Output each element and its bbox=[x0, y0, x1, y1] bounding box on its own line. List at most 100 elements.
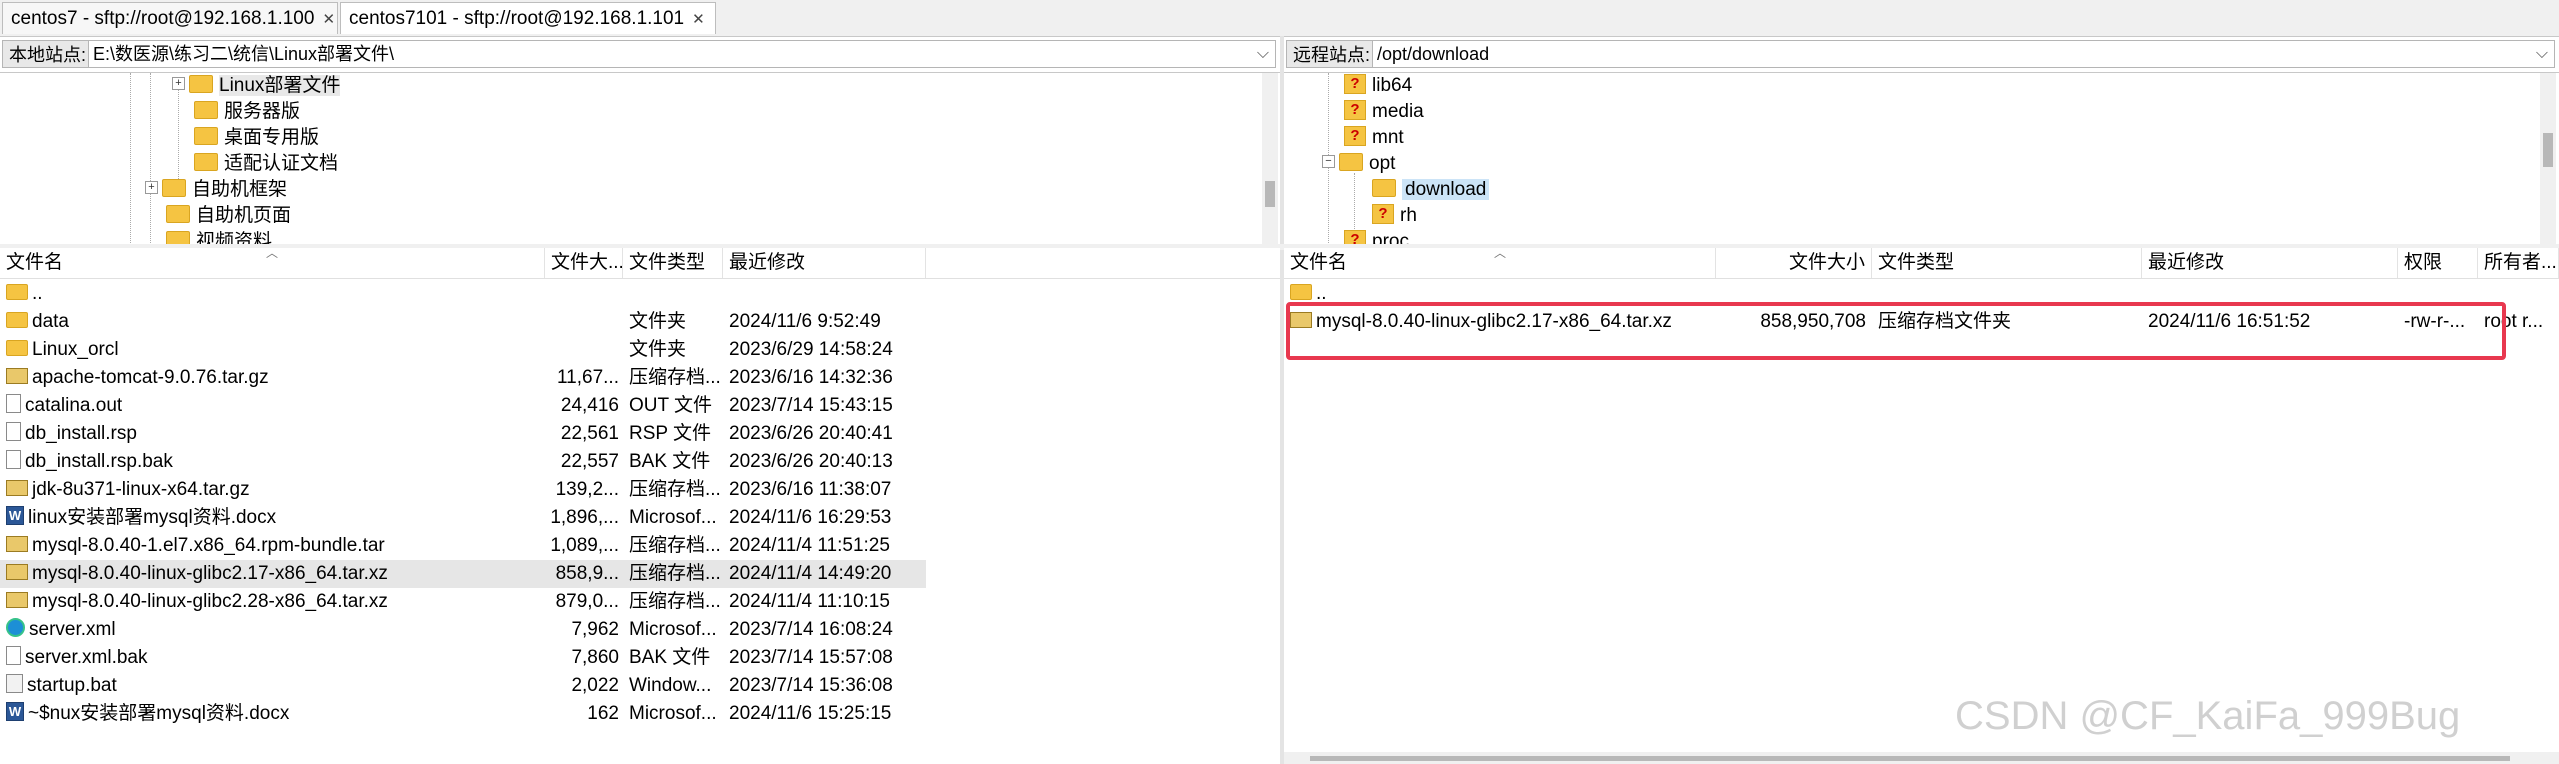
column-header-type[interactable]: 文件类型 bbox=[623, 248, 723, 278]
file-size: 2,022 bbox=[571, 675, 619, 696]
file-name: db_install.rsp.bak bbox=[25, 451, 173, 472]
column-header-modified[interactable]: 最近修改 bbox=[2142, 248, 2398, 278]
tree-item-kiosk-framework[interactable]: + 自助机框架 bbox=[145, 177, 287, 203]
file-type: 压缩存档... bbox=[629, 479, 721, 500]
tree-item-label: media bbox=[1372, 101, 1424, 122]
question-folder-icon: ? bbox=[1344, 99, 1366, 120]
tree-item-rh[interactable]: ? rh bbox=[1372, 203, 1417, 229]
scrollbar-thumb[interactable] bbox=[1310, 756, 2510, 761]
tree-item-download[interactable]: download bbox=[1372, 177, 1490, 203]
tree-item-cert-docs[interactable]: 适配认证文档 bbox=[194, 151, 338, 177]
table-row[interactable]: db_install.rsp 22,561 RSP 文件 2023/6/26 20:4… bbox=[0, 420, 926, 448]
tree-item-kiosk-pages[interactable]: 自助机页面 bbox=[166, 203, 291, 229]
chevron-down-icon[interactable]: ⌵ bbox=[1257, 41, 1269, 67]
close-icon[interactable]: ✕ bbox=[692, 11, 705, 28]
local-tree-scrollbar[interactable] bbox=[1262, 73, 1278, 245]
remote-site-path-combo[interactable]: /opt/download ⌵ bbox=[1372, 40, 2555, 68]
table-row[interactable]: data 文件夹 2024/11/6 9:52:49 bbox=[0, 308, 926, 336]
file-type: 文件夹 bbox=[629, 311, 687, 332]
tree-item-desktop[interactable]: 桌面专用版 bbox=[194, 125, 319, 151]
file-type: 压缩存档... bbox=[629, 367, 721, 388]
column-header-size[interactable]: 文件大小 bbox=[1716, 248, 1872, 278]
table-row[interactable]: mysql-8.0.40-1.el7.x86_64.rpm-bundle.tar… bbox=[0, 532, 926, 560]
tree-item-label: Linux部署文件 bbox=[219, 75, 341, 96]
table-row[interactable]: W ~$nux安装部署mysql资料.docx 162 Microsof... 2024… bbox=[0, 700, 926, 728]
file-name: ~$nux安装部署mysql资料.docx bbox=[28, 703, 290, 724]
tree-item-opt[interactable]: − opt bbox=[1322, 151, 1395, 177]
tree-item-label: opt bbox=[1369, 153, 1396, 174]
tree-item-server[interactable]: 服务器版 bbox=[194, 99, 300, 125]
file-name: Linux_orcl bbox=[32, 339, 119, 360]
file-size: 7,860 bbox=[571, 647, 619, 668]
file-size: 7,962 bbox=[571, 619, 619, 640]
column-header-type[interactable]: 文件类型 bbox=[1872, 248, 2142, 278]
tab-label: centos7101 - sftp://root@192.168.1.101 bbox=[349, 8, 685, 29]
tree-item-linux-deploy[interactable]: + Linux部署文件 bbox=[172, 73, 341, 99]
table-row[interactable]: startup.bat 2,022 Window... 2023/7/14 15:36… bbox=[0, 672, 926, 700]
file-modified: 2023/6/26 20:40:13 bbox=[729, 451, 893, 472]
tab-centos7[interactable]: centos7 - sftp://root@192.168.1.100 ✕ bbox=[2, 2, 338, 34]
tree-item-media[interactable]: ? media bbox=[1344, 99, 1424, 125]
tree-item-video[interactable]: 视频资料 bbox=[166, 229, 272, 245]
file-type: 压缩存档... bbox=[629, 591, 721, 612]
tree-item-label: 桌面专用版 bbox=[224, 127, 320, 148]
scrollbar-thumb[interactable] bbox=[2543, 133, 2553, 167]
collapse-icon[interactable]: − bbox=[1322, 155, 1335, 169]
remote-list-hscrollbar[interactable] bbox=[1284, 752, 2559, 764]
tree-item-lib64[interactable]: ? lib64 bbox=[1344, 73, 1412, 99]
archive-icon bbox=[6, 563, 28, 580]
table-row[interactable]: catalina.out 24,416 OUT 文件 2023/7/14 15:43:… bbox=[0, 392, 926, 420]
file-name: server.xml.bak bbox=[25, 647, 148, 668]
tree-item-mnt[interactable]: ? mnt bbox=[1344, 125, 1404, 151]
table-row[interactable]: jdk-8u371-linux-x64.tar.gz 139,2... 压缩存档..… bbox=[0, 476, 926, 504]
column-header-modified[interactable]: 最近修改 bbox=[723, 248, 926, 278]
file-type: 压缩存档... bbox=[629, 563, 721, 584]
file-type: OUT 文件 bbox=[629, 395, 713, 416]
remote-tree-scrollbar[interactable] bbox=[2540, 73, 2556, 245]
tree-item-label: 自助机页面 bbox=[196, 205, 292, 226]
folder-icon bbox=[6, 339, 28, 356]
tree-item-proc[interactable]: ? proc bbox=[1344, 229, 1409, 245]
file-modified: 2023/6/16 14:32:36 bbox=[729, 367, 893, 388]
table-row[interactable]: db_install.rsp.bak 22,557 BAK 文件 2023/6/26 … bbox=[0, 448, 926, 476]
table-row[interactable]: server.xml.bak 7,860 BAK 文件 2023/7/14 15:57… bbox=[0, 644, 926, 672]
file-modified: 2024/11/4 11:10:15 bbox=[729, 591, 890, 612]
table-row[interactable]: server.xml 7,962 Microsof... 2023/7/14 16:0… bbox=[0, 616, 926, 644]
file-name: db_install.rsp bbox=[25, 423, 137, 444]
file-size: 1,896,... bbox=[550, 507, 619, 528]
column-header-size[interactable]: 文件大... bbox=[545, 248, 623, 278]
table-row[interactable]: mysql-8.0.40-linux-glibc2.28-x86_64.tar.… bbox=[0, 588, 926, 616]
table-row[interactable]: Linux_orcl 文件夹 2023/6/29 14:58:24 bbox=[0, 336, 926, 364]
column-header-perms[interactable]: 权限 bbox=[2398, 248, 2478, 278]
file-modified: 2023/6/16 11:38:07 bbox=[729, 479, 892, 500]
file-name: startup.bat bbox=[27, 675, 117, 696]
tree-item-label: proc bbox=[1372, 231, 1409, 245]
local-site-bar: 本地站点: E:\数医源\练习二\统信\Linux部署文件\ ⌵ bbox=[0, 38, 1280, 70]
expand-icon[interactable]: + bbox=[145, 181, 158, 195]
local-site-label: 本地站点: bbox=[2, 40, 94, 68]
column-header-owner[interactable]: 所有者... bbox=[2478, 248, 2559, 278]
watermark: CSDN @CF_KaiFa_999Bug bbox=[1955, 694, 2461, 738]
local-tree: + Linux部署文件 服务器版 桌面专用版 适配认证文档 + 自助机框架 自助机页… bbox=[0, 72, 1280, 245]
tree-item-label: mnt bbox=[1372, 127, 1404, 148]
table-row[interactable]: mysql-8.0.40-linux-glibc2.17-x86_64.tar.… bbox=[0, 560, 926, 588]
file-type: BAK 文件 bbox=[629, 647, 711, 668]
chevron-down-icon[interactable]: ⌵ bbox=[2536, 41, 2548, 67]
file-name: mysql-8.0.40-linux-glibc2.17-x86_64.tar.… bbox=[32, 563, 388, 584]
file-name: linux安装部署mysql资料.docx bbox=[28, 507, 277, 528]
table-row[interactable]: .. bbox=[0, 280, 926, 308]
table-row[interactable]: Wlinux安装部署mysql资料.docx 1,896,... Microsof.… bbox=[0, 504, 926, 532]
file-name: .. bbox=[32, 283, 43, 304]
close-icon[interactable]: ✕ bbox=[322, 11, 335, 28]
expand-icon[interactable]: + bbox=[172, 77, 185, 91]
local-site-path-combo[interactable]: E:\数医源\练习二\统信\Linux部署文件\ ⌵ bbox=[88, 40, 1276, 68]
file-size: 11,67... bbox=[557, 367, 619, 388]
tab-bar: centos7 - sftp://root@192.168.1.100 ✕ cen… bbox=[0, 0, 2559, 37]
word-icon: W bbox=[6, 702, 24, 722]
tab-centos7101[interactable]: centos7101 - sftp://root@192.168.1.101 ✕ bbox=[340, 2, 716, 34]
remote-site-label: 远程站点: bbox=[1286, 40, 1378, 68]
scrollbar-thumb[interactable] bbox=[1265, 181, 1275, 207]
tree-item-label: lib64 bbox=[1372, 75, 1413, 96]
table-row[interactable]: apache-tomcat-9.0.76.tar.gz 11,67... 压缩存档.… bbox=[0, 364, 926, 392]
file-icon bbox=[6, 422, 21, 442]
